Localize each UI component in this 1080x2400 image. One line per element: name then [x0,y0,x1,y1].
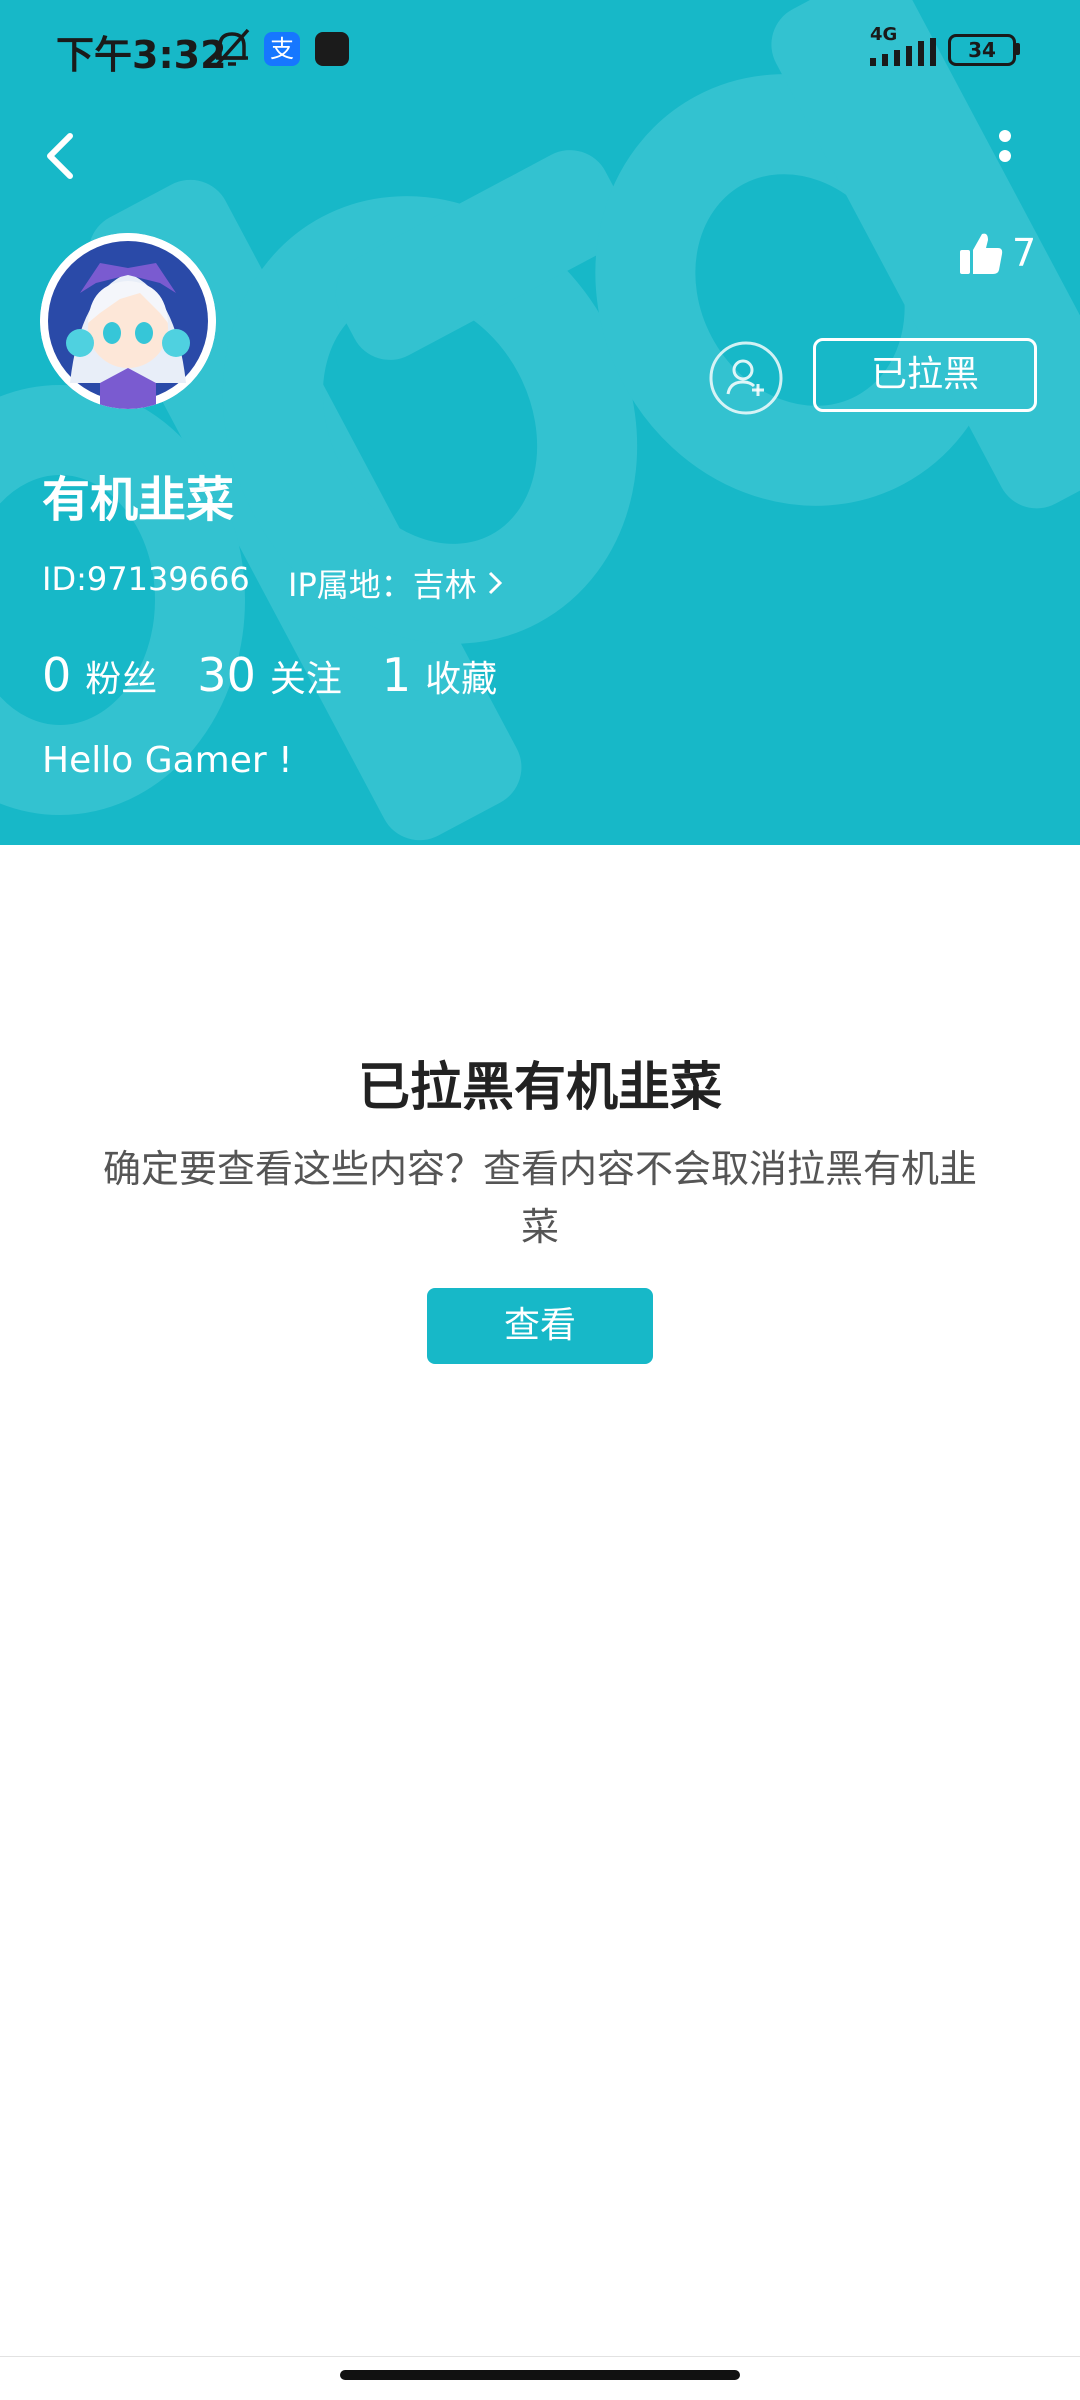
avatar[interactable] [40,233,216,409]
view-content-button[interactable]: 查看 [427,1288,653,1364]
home-indicator[interactable] [340,2370,740,2380]
back-arrow-icon[interactable] [40,126,84,186]
battery-tip [1015,43,1020,55]
stat-favorites[interactable]: 1 收藏 [382,648,497,702]
stat-label: 关注 [269,659,342,700]
taptap-watermark [0,0,1080,841]
stat-value: 1 [381,648,412,702]
blocked-notice-description: 确定要查看这些内容？查看内容不会取消拉黑有机韭菜 [102,1147,977,1249]
username: 有机韭菜 [42,472,235,528]
thumbs-up-icon [960,233,1003,274]
like-count: 7 [1012,231,1037,275]
status-time: 下午3:32 [56,33,227,77]
stat-label: 粉丝 [85,659,158,700]
user-bio: Hello Gamer ! [42,740,293,781]
stat-label: 收藏 [425,659,498,700]
stat-following[interactable]: 30 关注 [197,648,342,702]
taptap-icon [315,32,349,66]
signal-icon [870,38,936,66]
blocked-button[interactable]: 已拉黑 [813,338,1037,412]
add-friend-icon[interactable] [708,340,784,416]
like-group[interactable]: 7 [958,230,1036,276]
alipay-icon: 支 [264,32,300,66]
battery-icon: 34 [948,34,1016,66]
more-vertical-icon[interactable] [990,128,1020,184]
ip-location-link[interactable]: IP属地：吉林 [288,560,503,606]
user-id: ID:97139666 [42,560,250,598]
bottom-divider [0,2356,1080,2357]
ip-location: IP属地：吉林 [288,566,477,604]
bell-off-icon [214,28,250,68]
chevron-right-icon [488,571,502,595]
blocked-notice-title: 已拉黑有机韭菜 [357,1058,722,1118]
stat-value: 0 [42,648,72,702]
stats-row: 0 粉丝 30 关注 1 收藏 [42,648,537,702]
stat-fans[interactable]: 0 粉丝 [42,648,157,702]
avatar-image [40,233,216,409]
stat-value: 30 [197,648,256,702]
profile-header: 下午3:32 支 4G 34 7 已拉黑 有机韭菜 ID:97139666 IP… [0,0,1080,845]
